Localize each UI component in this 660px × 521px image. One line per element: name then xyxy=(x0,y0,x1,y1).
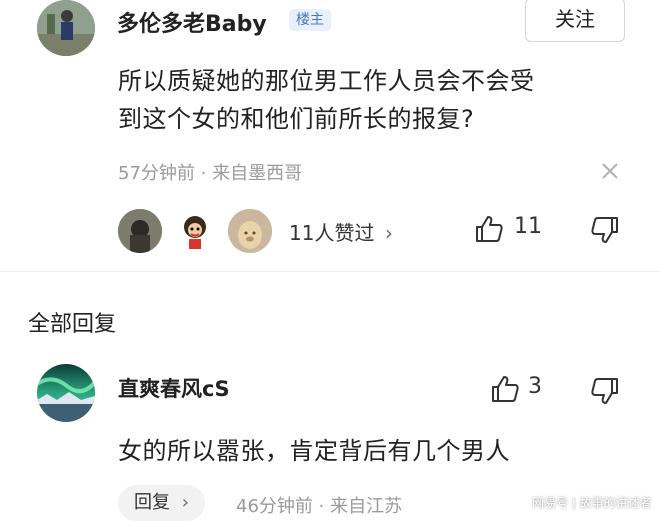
reply-content: 女的所以嚣张，肯定背后有几个男人 xyxy=(118,437,510,465)
thumbs-down-icon[interactable] xyxy=(590,215,620,245)
reply-like-button[interactable]: 3 xyxy=(490,374,550,406)
liker-avatar[interactable] xyxy=(118,209,162,253)
close-icon[interactable] xyxy=(600,161,620,181)
post-author-avatar[interactable] xyxy=(37,0,95,56)
likers-count-text: 11人赞过 xyxy=(289,221,375,245)
post-content-line: 到这个女的和他们前所长的报复? xyxy=(118,105,475,133)
reply-like-count: 3 xyxy=(528,374,542,399)
thumbs-up-icon xyxy=(490,374,520,404)
liker-avatar[interactable] xyxy=(173,209,217,253)
chevron-right-icon: › xyxy=(384,221,393,245)
op-badge: 楼主 xyxy=(289,9,331,31)
follow-button[interactable]: 关注 xyxy=(525,0,625,42)
post-like-button[interactable]: 11 xyxy=(474,214,554,246)
post-author-name[interactable]: 多伦多老Baby xyxy=(117,6,267,38)
thumbs-down-icon[interactable] xyxy=(590,376,620,406)
chevron-right-icon: › xyxy=(181,492,189,513)
post-meta: 57分钟前 · 来自墨西哥 xyxy=(118,163,303,184)
reply-button[interactable]: 回复 › xyxy=(118,485,205,521)
section-title: 全部回复 xyxy=(28,312,117,337)
post-like-count: 11 xyxy=(514,214,542,239)
reply-button-label: 回复 xyxy=(134,492,170,513)
watermark: 网易号 | 故事的讲述者 xyxy=(532,496,652,510)
reply-author-avatar[interactable] xyxy=(37,364,95,422)
post-content-line: 所以质疑她的那位男工作人员会不会受 xyxy=(118,67,535,95)
liker-avatar[interactable] xyxy=(228,209,272,253)
post-content: 所以质疑她的那位男工作人员会不会受 到这个女的和他们前所长的报复? xyxy=(118,62,638,138)
reply-author-name[interactable]: 直爽春风cS xyxy=(118,373,230,403)
reply-meta: 46分钟前 · 来自江苏 xyxy=(236,496,403,517)
likers-summary[interactable]: 11人赞过 › xyxy=(289,217,393,246)
divider xyxy=(0,271,660,272)
thumbs-up-icon xyxy=(474,214,504,244)
